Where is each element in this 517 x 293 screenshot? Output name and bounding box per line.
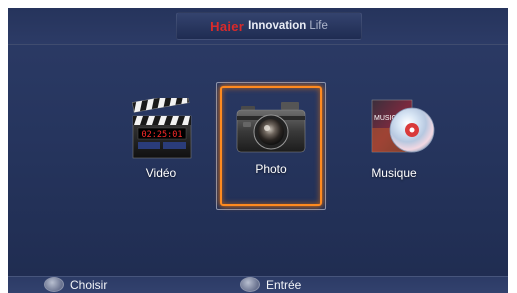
haier-logo: Haier bbox=[210, 18, 245, 34]
ok-button-icon bbox=[240, 277, 260, 292]
brand-banner: Haier Innovation Life bbox=[176, 12, 362, 40]
menu-item-video[interactable]: 02:25:01 Vidéo bbox=[106, 98, 216, 180]
clapperboard-icon: 02:25:01 bbox=[132, 98, 192, 159]
photo-content: Photo bbox=[216, 94, 326, 176]
header-bar: Haier Innovation Life bbox=[8, 8, 508, 45]
photo-label: Photo bbox=[255, 162, 287, 176]
hint-enter: Entrée bbox=[240, 277, 301, 292]
brand-innovation-text: Innovation bbox=[248, 20, 307, 32]
music-label: Musique bbox=[371, 166, 417, 180]
music-cd-icon: MUSIC bbox=[371, 99, 435, 153]
tv-screen: Haier Innovation Life 02:25:01 Vidéo Pho… bbox=[8, 8, 508, 293]
brand-life-text: Life bbox=[309, 20, 328, 32]
menu-item-photo[interactable]: Photo bbox=[216, 82, 328, 212]
video-label: Vidéo bbox=[145, 166, 177, 180]
clapper-timecode: 02:25:01 bbox=[142, 130, 183, 140]
enter-label: Entrée bbox=[266, 277, 302, 292]
dpad-icon bbox=[44, 277, 64, 292]
hint-choose: Choisir bbox=[44, 277, 107, 292]
footer-bar: Choisir Entrée bbox=[8, 276, 508, 293]
menu-item-music[interactable]: MUSIC Musique bbox=[338, 98, 450, 180]
choose-label: Choisir bbox=[70, 277, 108, 292]
camera-icon bbox=[236, 102, 306, 153]
